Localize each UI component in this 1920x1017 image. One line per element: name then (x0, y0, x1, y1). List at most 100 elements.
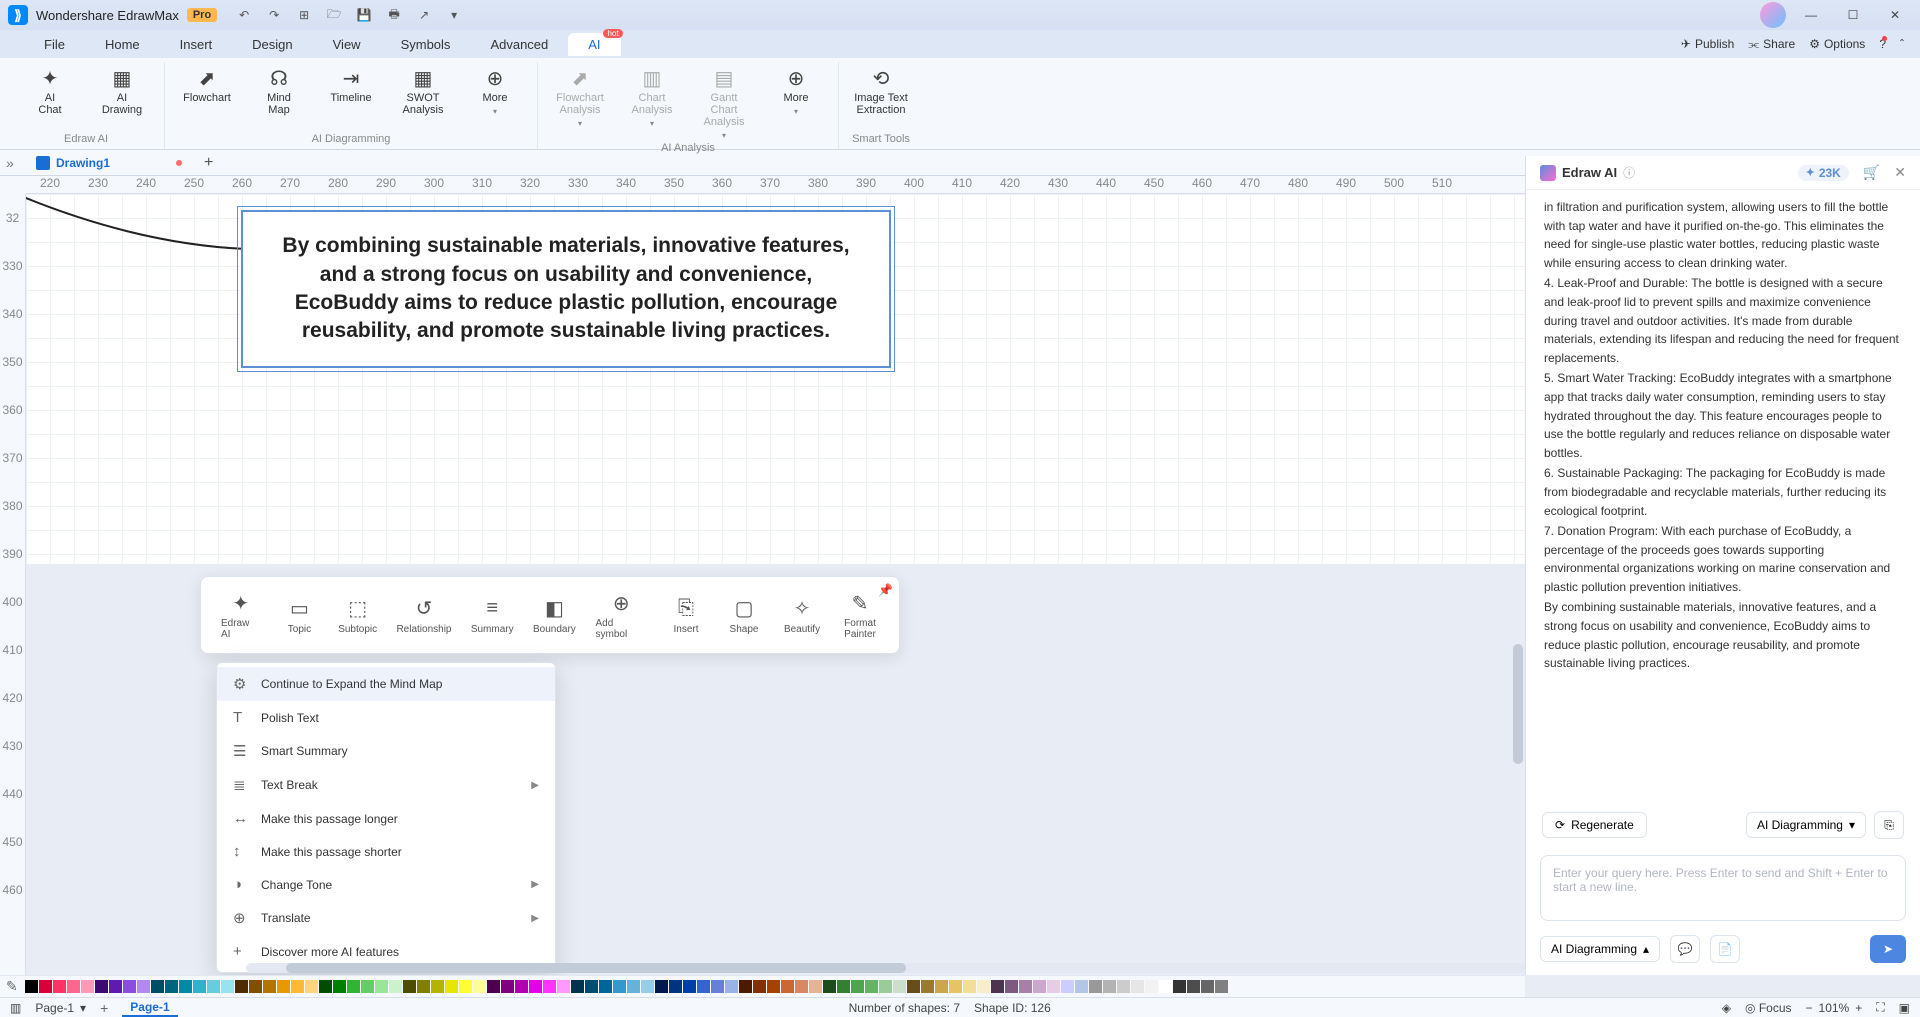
redo-button[interactable]: ↷ (263, 4, 285, 26)
color-swatch[interactable] (39, 980, 52, 993)
color-swatch[interactable] (585, 980, 598, 993)
color-swatch[interactable] (641, 980, 654, 993)
ribbon-ai-drawing[interactable]: ▦AIDrawing (90, 64, 154, 118)
ai-panel-close-icon[interactable]: ✕ (1894, 164, 1906, 181)
ai-mode-dropdown[interactable]: AI Diagramming▾ (1746, 812, 1866, 838)
color-swatch[interactable] (1201, 980, 1214, 993)
color-swatch[interactable] (151, 980, 164, 993)
float-insert[interactable]: ⎘Insert (661, 594, 711, 637)
color-swatch[interactable] (95, 980, 108, 993)
color-swatch[interactable] (221, 980, 234, 993)
float-beautify[interactable]: ✧Beautify (777, 594, 827, 637)
color-swatch[interactable] (459, 980, 472, 993)
float-edraw ai[interactable]: ✦Edraw AI (215, 588, 266, 642)
color-swatch[interactable] (543, 980, 556, 993)
menu-file[interactable]: File (24, 33, 85, 56)
float-relationship[interactable]: ↺Relationship (391, 594, 457, 637)
menu-design[interactable]: Design (232, 33, 312, 56)
color-swatch[interactable] (1159, 980, 1172, 993)
ai-attach-button[interactable]: 💬 (1670, 935, 1700, 963)
menu-ai[interactable]: AIhot (568, 33, 620, 56)
float-boundary[interactable]: ◧Boundary (527, 594, 581, 637)
ribbon-ai-chat[interactable]: ✦AIChat (18, 64, 82, 118)
color-swatch[interactable] (361, 980, 374, 993)
fit-page-button[interactable]: ⛶ (1876, 1000, 1884, 1015)
color-swatch[interactable] (1145, 980, 1158, 993)
ai-query-input[interactable] (1553, 866, 1893, 894)
color-swatch[interactable] (263, 980, 276, 993)
ai-menu-item[interactable]: ⊕Translate▶ (217, 901, 555, 935)
ai-menu-item[interactable]: ⚙Continue to Expand the Mind Map (217, 667, 555, 701)
color-swatch[interactable] (193, 980, 206, 993)
menu-advanced[interactable]: Advanced (470, 33, 568, 56)
color-swatch[interactable] (599, 980, 612, 993)
color-swatch[interactable] (501, 980, 514, 993)
menu-view[interactable]: View (313, 33, 381, 56)
hscroll-track[interactable] (26, 961, 1525, 973)
color-swatch[interactable] (683, 980, 696, 993)
avatar[interactable] (1760, 2, 1786, 28)
print-button[interactable]: 🖶 (383, 4, 405, 26)
color-swatch[interactable] (305, 980, 318, 993)
ai-menu-item[interactable]: ↔Make this passage longer (217, 802, 555, 835)
color-swatch[interactable] (669, 980, 682, 993)
float-topic[interactable]: ▭Topic (274, 594, 324, 637)
color-swatch[interactable] (291, 980, 304, 993)
color-swatch[interactable] (249, 980, 262, 993)
page-selector[interactable]: Page-1▾ (35, 1001, 86, 1015)
color-swatch[interactable] (375, 980, 388, 993)
color-swatch[interactable] (137, 980, 150, 993)
color-swatch[interactable] (25, 980, 38, 993)
color-swatch[interactable] (1089, 980, 1102, 993)
ribbon-image text-extraction[interactable]: ⟲Image TextExtraction (849, 64, 913, 118)
color-swatch[interactable] (949, 980, 962, 993)
ai-help-icon[interactable]: ⓘ (1623, 164, 1635, 181)
ribbon-flowchart[interactable]: ⬈Flowchart (175, 64, 239, 106)
menu-home[interactable]: Home (85, 33, 160, 56)
color-swatch[interactable] (109, 980, 122, 993)
eyedropper-icon[interactable]: ✎ (6, 978, 24, 995)
color-swatch[interactable] (529, 980, 542, 993)
color-swatch[interactable] (893, 980, 906, 993)
color-swatch[interactable] (179, 980, 192, 993)
zoom-out-button[interactable]: − (1806, 1001, 1813, 1015)
color-swatch[interactable] (487, 980, 500, 993)
regenerate-button[interactable]: ⟳Regenerate (1542, 812, 1647, 838)
page-tab[interactable]: Page-1 (122, 999, 177, 1017)
color-swatch[interactable] (879, 980, 892, 993)
color-swatch[interactable] (557, 980, 570, 993)
ai-menu-item[interactable]: ☰Smart Summary (217, 734, 555, 768)
color-swatch[interactable] (1173, 980, 1186, 993)
color-swatch[interactable] (1075, 980, 1088, 993)
share-button[interactable]: ⫘Share (1748, 37, 1795, 52)
color-swatch[interactable] (445, 980, 458, 993)
publish-button[interactable]: ✈Publish (1681, 37, 1734, 51)
color-swatch[interactable] (53, 980, 66, 993)
color-swatch[interactable] (1033, 980, 1046, 993)
color-swatch[interactable] (473, 980, 486, 993)
color-swatch[interactable] (235, 980, 248, 993)
pin-button[interactable]: 📌 (878, 583, 893, 597)
focus-button[interactable]: ◎ Focus (1745, 1001, 1792, 1015)
ai-doc-button[interactable]: 📄 (1710, 935, 1740, 963)
ai-cart-icon[interactable]: 🛒 (1863, 164, 1880, 181)
document-tab[interactable]: Drawing1 (26, 154, 192, 172)
color-swatch[interactable] (627, 980, 640, 993)
ai-credits-badge[interactable]: ✦ 23K (1798, 165, 1849, 181)
color-swatch[interactable] (809, 980, 822, 993)
ai-send-button[interactable]: ➤ (1870, 935, 1906, 963)
ai-menu-item[interactable]: TPolish Text (217, 701, 555, 734)
color-swatch[interactable] (277, 980, 290, 993)
color-swatch[interactable] (837, 980, 850, 993)
vertical-scrollbar-thumb[interactable] (1513, 644, 1523, 764)
color-swatch[interactable] (67, 980, 80, 993)
ai-menu-item[interactable]: ↕Make this passage shorter (217, 835, 555, 868)
minimize-button[interactable]: — (1794, 1, 1828, 29)
new-button[interactable]: ⊞ (293, 4, 315, 26)
color-swatch[interactable] (389, 980, 402, 993)
color-swatch[interactable] (1019, 980, 1032, 993)
color-swatch[interactable] (207, 980, 220, 993)
float-shape[interactable]: ▢Shape (719, 594, 769, 637)
ribbon-flowchart-analysis[interactable]: ⬈FlowchartAnalysis▾ (548, 64, 612, 130)
ribbon-more[interactable]: ⊕More▾ (463, 64, 527, 118)
